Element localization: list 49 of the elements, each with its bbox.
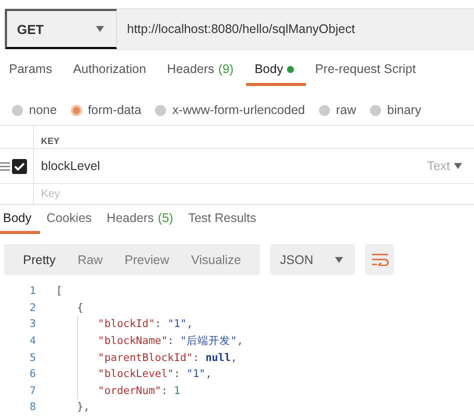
radio-label[interactable]: raw xyxy=(336,103,356,117)
radio-button[interactable] xyxy=(70,104,82,116)
code-line: [ xyxy=(56,285,62,298)
line-number: 7 xyxy=(28,384,37,397)
format-dropdown[interactable]: JSON xyxy=(270,244,356,275)
radio-label[interactable]: form-data xyxy=(88,103,142,117)
code-line: "blockName": "后端开发", xyxy=(98,334,244,348)
request-tab[interactable]: Headers (9) xyxy=(158,62,246,86)
radio-button[interactable] xyxy=(319,104,330,116)
view-mode-tab[interactable]: Pretty xyxy=(12,244,67,275)
column-header: KEY xyxy=(40,135,60,148)
response-tab[interactable]: Body xyxy=(0,211,40,234)
radio-label[interactable]: binary xyxy=(387,103,422,117)
code-line: }, xyxy=(77,401,90,414)
caret-icon xyxy=(335,256,344,262)
radio-button[interactable] xyxy=(12,104,23,116)
key-input[interactable]: Key xyxy=(34,185,234,203)
wrap-lines-button[interactable] xyxy=(365,244,394,275)
response-tab[interactable]: Cookies xyxy=(44,211,100,234)
line-number: 4 xyxy=(28,335,37,348)
key-cell[interactable]: blockLevel xyxy=(34,149,428,183)
checkbox[interactable] xyxy=(12,158,27,174)
line-number: 2 xyxy=(28,302,37,314)
view-mode-tab[interactable]: Visualize xyxy=(180,244,252,275)
request-tab[interactable]: Authorization xyxy=(64,62,158,86)
code-line: "blockId": "1", xyxy=(98,318,193,330)
line-number: 5 xyxy=(28,352,37,364)
line-number: 8 xyxy=(28,401,37,414)
view-mode-tab[interactable]: Preview xyxy=(114,244,180,275)
response-tab[interactable]: Test Results xyxy=(185,211,264,234)
response-tab[interactable]: Headers (5) xyxy=(104,211,182,234)
radio-label[interactable]: none xyxy=(29,103,57,117)
drag-handle-icon[interactable] xyxy=(0,162,10,170)
code-line: "parentBlockId": null, xyxy=(98,352,238,364)
line-number: 1 xyxy=(28,285,37,298)
view-mode-tab[interactable]: Raw xyxy=(66,244,114,275)
code-line: "orderNum": 1 xyxy=(98,384,180,397)
radio-label[interactable]: x-www-form-urlencoded xyxy=(172,103,305,117)
request-tab[interactable]: Pre-request Script xyxy=(306,62,428,86)
code-line: { xyxy=(77,302,84,314)
line-number: 6 xyxy=(28,368,37,380)
line-number: 3 xyxy=(28,318,37,330)
request-tab[interactable]: Body xyxy=(246,62,306,86)
code-line: "blockLevel": "1", xyxy=(98,368,212,380)
wrap-lines-icon xyxy=(370,253,389,266)
request-tab[interactable]: Params xyxy=(0,62,64,86)
radio-button[interactable] xyxy=(370,104,382,116)
radio-button[interactable] xyxy=(155,104,166,116)
caret-icon xyxy=(454,163,462,169)
